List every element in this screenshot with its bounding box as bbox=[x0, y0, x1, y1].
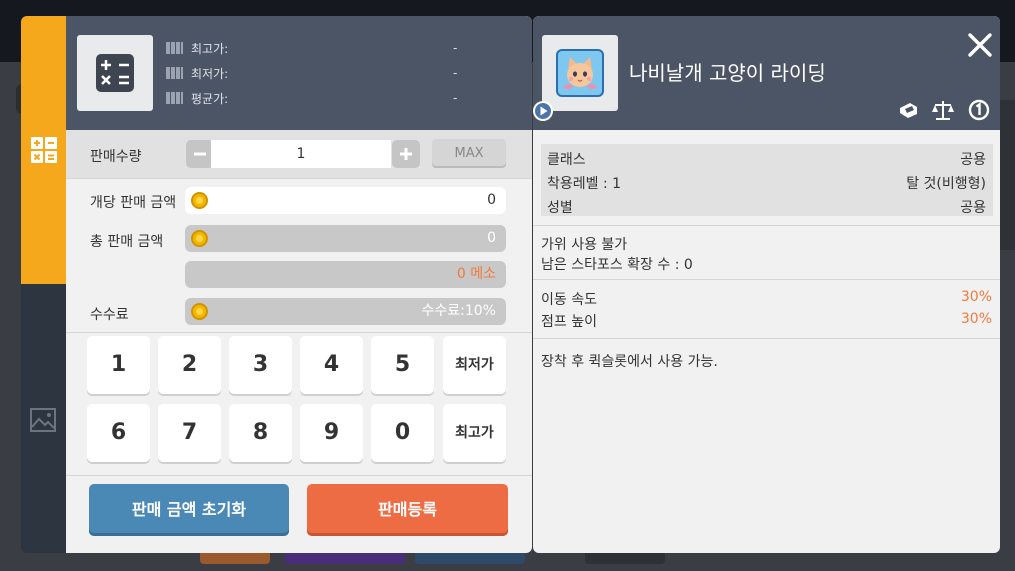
calculator-icon bbox=[96, 54, 134, 92]
meso-coin-icon bbox=[191, 303, 208, 320]
attribute-label: 클래스 bbox=[547, 152, 586, 168]
calculator-icon-box bbox=[77, 35, 153, 111]
attribute-value: 탈 것(비행형) bbox=[906, 176, 986, 192]
decrease-quantity-button[interactable] bbox=[186, 140, 214, 168]
sell-calculator-panel: 최고가: - 최저가: - 평균가: - 판매수량 1 MAX 개당 판매 금액… bbox=[66, 16, 532, 553]
info-starforce: 남은 스타포스 확장 수 : 0 bbox=[541, 257, 693, 273]
item-title: 나비날개 고양이 라이딩 bbox=[629, 61, 826, 85]
lowest-price-button[interactable]: 최저가 bbox=[443, 336, 506, 394]
stat-label: 점프 높이 bbox=[541, 314, 597, 330]
attribute-value: 공용 bbox=[960, 200, 986, 216]
divider bbox=[66, 178, 532, 179]
item-header: 나비날개 고양이 라이딩 bbox=[533, 16, 1000, 130]
max-price-label: 최고가: bbox=[191, 41, 229, 56]
meso-total-field: 0 메소 bbox=[185, 261, 506, 288]
total-price-value: 0 bbox=[487, 230, 496, 246]
quantity-label: 판매수량 bbox=[90, 149, 142, 165]
keypad-9-button[interactable]: 9 bbox=[300, 404, 363, 462]
item-detail-panel: 나비날개 고양이 라이딩 클래스 공용 착용레벨 : 1 탈 것(비행형) 성별… bbox=[533, 16, 1000, 553]
max-quantity-button[interactable]: MAX bbox=[432, 139, 506, 168]
min-price-value: - bbox=[453, 66, 458, 80]
divider bbox=[533, 225, 1000, 226]
barcode-icon bbox=[166, 92, 183, 104]
unit-price-value: 0 bbox=[487, 192, 496, 208]
plus-icon bbox=[400, 148, 412, 160]
keypad-4-button[interactable]: 4 bbox=[300, 336, 363, 394]
total-price-field: 0 bbox=[185, 225, 506, 252]
max-price-row: 최고가: - bbox=[166, 38, 466, 58]
total-price-label: 총 판매 금액 bbox=[90, 234, 164, 250]
keypad-7-button[interactable]: 7 bbox=[158, 404, 221, 462]
quantity-input[interactable]: 1 bbox=[211, 140, 391, 168]
minus-icon bbox=[194, 152, 206, 156]
reset-price-button[interactable]: 판매 금액 초기화 bbox=[89, 484, 289, 536]
fee-field: 수수료:10% bbox=[185, 298, 506, 325]
fee-value: 수수료:10% bbox=[421, 303, 496, 319]
meso-total-value: 0 메소 bbox=[456, 266, 496, 282]
attribute-value: 공용 bbox=[960, 152, 986, 168]
avg-price-value: - bbox=[453, 91, 458, 105]
unit-price-label: 개당 판매 금액 bbox=[90, 195, 177, 211]
keypad-3-button[interactable]: 3 bbox=[229, 336, 292, 394]
scale-icon[interactable] bbox=[931, 98, 955, 122]
attribute-label: 착용레벨 : 1 bbox=[547, 176, 622, 192]
keypad-8-button[interactable]: 8 bbox=[229, 404, 292, 462]
min-price-label: 최저가: bbox=[191, 66, 229, 81]
item-description: 장착 후 퀵슬롯에서 사용 가능. bbox=[541, 354, 718, 370]
image-tab-icon[interactable] bbox=[29, 406, 57, 434]
highest-price-button[interactable]: 최고가 bbox=[443, 404, 506, 462]
fee-label: 수수료 bbox=[90, 307, 129, 323]
keypad-0-button[interactable]: 0 bbox=[371, 404, 434, 462]
info-scissors: 가위 사용 불가 bbox=[541, 237, 628, 253]
unit-price-input[interactable]: 0 bbox=[185, 187, 506, 214]
barcode-icon bbox=[166, 42, 183, 54]
background-element bbox=[1000, 100, 1015, 250]
avg-price-label: 평균가: bbox=[191, 91, 229, 106]
max-price-value: - bbox=[453, 41, 458, 55]
close-icon[interactable] bbox=[966, 31, 994, 59]
register-sale-button[interactable]: 판매등록 bbox=[307, 484, 508, 536]
meso-coin-icon bbox=[191, 192, 208, 209]
divider bbox=[533, 338, 1000, 339]
stat-value: 30% bbox=[960, 289, 992, 305]
keypad-6-button[interactable]: 6 bbox=[87, 404, 150, 462]
hand-item-icon[interactable] bbox=[897, 98, 921, 122]
keypad-2-button[interactable]: 2 bbox=[158, 336, 221, 394]
barcode-icon bbox=[166, 67, 183, 79]
increase-quantity-button[interactable] bbox=[392, 140, 420, 168]
level-one-icon[interactable] bbox=[967, 98, 991, 122]
divider bbox=[66, 475, 532, 476]
price-info-header: 최고가: - 최저가: - 평균가: - bbox=[66, 16, 532, 130]
calculator-icon bbox=[31, 137, 57, 163]
attribute-label: 성별 bbox=[547, 200, 573, 216]
avg-price-row: 평균가: - bbox=[166, 88, 466, 108]
stat-value: 30% bbox=[960, 311, 992, 327]
min-price-row: 최저가: - bbox=[166, 63, 466, 83]
meso-coin-icon bbox=[191, 230, 208, 247]
stat-label: 이동 속도 bbox=[541, 292, 597, 308]
keypad-1-button[interactable]: 1 bbox=[87, 336, 150, 394]
keypad-5-button[interactable]: 5 bbox=[371, 336, 434, 394]
divider bbox=[66, 332, 532, 333]
play-icon[interactable] bbox=[533, 100, 554, 122]
cat-mount-icon bbox=[556, 49, 604, 97]
divider bbox=[533, 279, 1000, 280]
